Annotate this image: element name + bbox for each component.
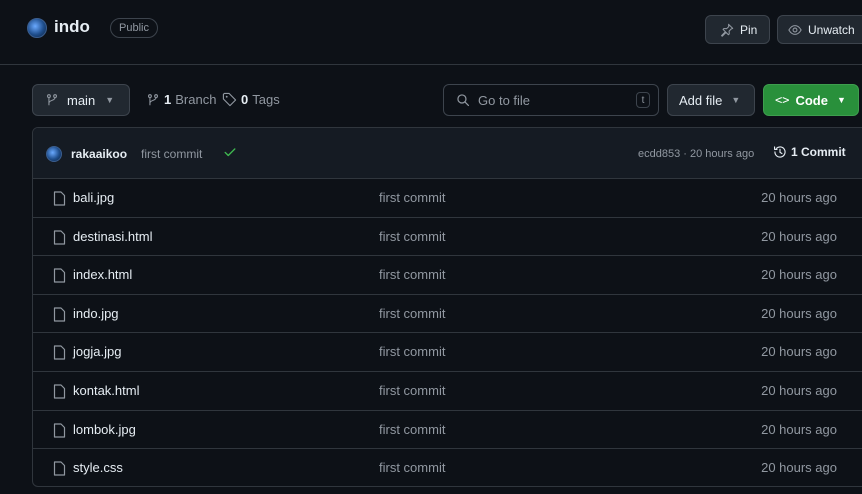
file-icon [53, 229, 66, 245]
file-name[interactable]: jogja.jpg [73, 344, 121, 359]
latest-commit-bar: rakaaikoo first commit ecdd853 · 20 hour… [33, 128, 862, 179]
chevron-down-icon: ▼ [836, 95, 846, 105]
file-row[interactable]: lombok.jpg first commit 20 hours ago [33, 411, 862, 450]
repository-page: indo Public Pin Unwatch main ▼ 1 Branch … [0, 0, 862, 494]
file-commit-message[interactable]: first commit [379, 190, 445, 205]
file-icon [53, 422, 66, 438]
file-commit-message[interactable]: first commit [379, 267, 445, 282]
chevron-down-icon: ▼ [105, 95, 115, 105]
commit-count-label: 1 Commit [791, 145, 846, 159]
git-branch-icon [148, 93, 158, 105]
pin-button[interactable]: Pin [705, 15, 770, 44]
branches-link[interactable]: 1 Branch [146, 92, 216, 107]
file-time: 20 hours ago [761, 267, 837, 283]
file-name[interactable]: destinasi.html [73, 229, 152, 244]
pin-icon [721, 23, 734, 37]
file-name[interactable]: kontak.html [73, 383, 139, 398]
file-time: 20 hours ago [761, 305, 837, 321]
file-name[interactable]: index.html [73, 267, 132, 282]
file-icon [53, 307, 66, 322]
tags-label: Tags [252, 92, 280, 107]
code-button[interactable]: <> Code ▼ [763, 84, 859, 116]
file-row[interactable]: indo.jpg first commit 20 hours ago [33, 295, 862, 334]
file-time: 20 hours ago [761, 460, 837, 476]
file-commit-message[interactable]: first commit [379, 229, 445, 244]
file-icon [53, 461, 66, 476]
file-icon [53, 191, 66, 206]
branch-selector[interactable]: main ▼ [32, 84, 130, 116]
visibility-badge: Public [110, 18, 158, 38]
file-name[interactable]: indo.jpg [73, 306, 119, 321]
branches-count: 1 [164, 92, 172, 107]
file-icon [53, 345, 66, 360]
file-commit-message[interactable]: first commit [379, 460, 445, 475]
add-file-label: Add file [679, 92, 723, 108]
file-time: 20 hours ago [761, 382, 837, 398]
file-time: 20 hours ago [761, 344, 837, 360]
file-row[interactable]: destinasi.html first commit 20 hours ago [33, 218, 862, 257]
unwatch-button[interactable]: Unwatch [777, 15, 862, 44]
repo-header: indo Public Pin Unwatch [0, 0, 862, 65]
search-icon [457, 94, 470, 107]
commit-history-link[interactable]: 1 Commit [773, 145, 846, 159]
file-row[interactable]: bali.jpg first commit 20 hours ago [33, 179, 862, 218]
file-name[interactable]: bali.jpg [73, 190, 114, 205]
check-icon[interactable] [223, 145, 237, 159]
chevron-down-icon: ▼ [731, 95, 741, 105]
code-label: Code [795, 92, 828, 108]
tags-count: 0 [241, 92, 249, 107]
branch-name: main [67, 92, 96, 108]
go-to-file-search[interactable]: t [443, 84, 659, 116]
file-row[interactable]: index.html first commit 20 hours ago [33, 256, 862, 295]
commit-author[interactable]: rakaaikoo [71, 147, 127, 161]
repo-toolbar: main ▼ 1 Branch 0 Tags Go to file t Add … [0, 80, 862, 120]
add-file-button[interactable]: Add file ▼ [667, 84, 755, 116]
commit-hash-time[interactable]: ecdd853 · 20 hours ago [638, 148, 754, 160]
commit-message[interactable]: first commit [141, 147, 202, 161]
branches-label: Branch [175, 92, 217, 107]
file-commit-message[interactable]: first commit [379, 422, 445, 437]
code-icon: <> [775, 93, 790, 107]
tag-icon [222, 92, 237, 107]
repo-name-link[interactable]: indo [54, 17, 90, 37]
file-commit-message[interactable]: first commit [379, 383, 445, 398]
git-branch-icon [47, 94, 57, 106]
file-time: 20 hours ago [761, 421, 837, 437]
file-time: 20 hours ago [761, 228, 837, 244]
eye-icon [788, 24, 802, 35]
repo-owner-avatar[interactable] [27, 18, 47, 38]
file-commit-message[interactable]: first commit [379, 344, 445, 359]
file-commit-message[interactable]: first commit [379, 306, 445, 321]
commit-author-avatar[interactable] [46, 146, 62, 162]
file-time: 20 hours ago [761, 190, 837, 205]
file-icon [53, 268, 66, 283]
unwatch-label: Unwatch [808, 22, 855, 37]
history-icon [774, 146, 786, 158]
file-row[interactable]: style.css first commit 20 hours ago [33, 449, 862, 486]
keyboard-shortcut-hint: t [636, 92, 650, 108]
file-browser: rakaaikoo first commit ecdd853 · 20 hour… [32, 127, 862, 487]
file-name[interactable]: style.css [73, 460, 123, 475]
file-icon [53, 384, 66, 399]
file-name[interactable]: lombok.jpg [73, 422, 136, 437]
pin-label: Pin [740, 22, 758, 37]
file-row[interactable]: jogja.jpg first commit 20 hours ago [33, 333, 862, 372]
search-input[interactable] [476, 91, 630, 109]
file-row[interactable]: kontak.html first commit 20 hours ago [33, 372, 862, 411]
tags-link[interactable]: 0 Tags [222, 92, 280, 107]
